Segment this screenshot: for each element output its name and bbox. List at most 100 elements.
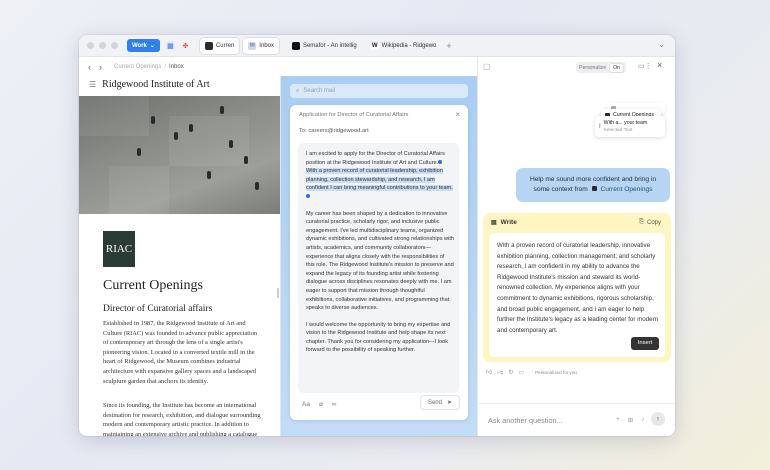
send-button[interactable]: Send ➤ <box>420 395 460 410</box>
user-message-text: some context from <box>533 186 588 193</box>
context-card-selected-text[interactable]: I With a... your team Selected Text <box>595 116 665 137</box>
semafor-icon <box>291 41 300 50</box>
selection-end-handle[interactable] <box>306 194 310 199</box>
grid-app-icon[interactable]: ▦ <box>165 41 175 50</box>
assistant-panel: ▢ Personalize On ▭⋮ × Current Openings I… <box>477 57 675 436</box>
context-card-label: With a... your team <box>603 119 648 126</box>
personalized-note: Personalized for you <box>535 369 577 375</box>
close-icon[interactable]: × <box>455 110 460 119</box>
page-heading: Current Openings <box>103 278 203 293</box>
tab-label: Semafor - An intellig <box>302 42 357 49</box>
subject-field[interactable]: Application for Director of Curatorial A… <box>299 112 408 118</box>
write-header: ▤ Write <box>491 219 517 226</box>
thumbs-up-icon[interactable]: 👍︎ <box>486 368 492 376</box>
about-paragraph-1: Established in 1987, the Ridgewood Insti… <box>103 320 258 385</box>
thumbs-down-icon[interactable]: 👎︎ <box>497 368 503 376</box>
browser-window: Work ⌄ ▦ ✤ Curren ✉ Inbox Semafor - An i… <box>79 35 675 436</box>
tools-icon[interactable]: ⊞ <box>628 416 633 424</box>
tab-label: Inbox <box>259 42 274 49</box>
workspace-switcher[interactable]: Work ⌄ <box>127 39 160 52</box>
insert-button[interactable]: Insert <box>631 337 659 350</box>
personalization-toggle[interactable]: Personalize On <box>576 62 627 73</box>
mail-pane: ⌕ Search mail Application for Director o… <box>281 76 477 436</box>
ask-input[interactable]: Ask another question... <box>488 416 563 425</box>
microphone-icon[interactable]: ♪ <box>641 416 644 424</box>
feedback-bar: 👍︎ 👎︎ ↻ ▭ Personalized for you <box>486 368 577 377</box>
copy-button[interactable]: ⎘ Copy <box>639 219 661 226</box>
compare-icon[interactable]: ▭ <box>518 369 524 376</box>
link-icon[interactable]: ∞ <box>332 401 337 408</box>
job-title-heading: Director of Curatorial affairs <box>103 304 213 314</box>
tab-label: Wikipedia - Ridgewo <box>381 42 437 49</box>
compose-toolbar: Aa ⌀ ∞ <box>302 400 337 409</box>
body-paragraph-3: I would welcome the opportunity to bring… <box>306 321 451 354</box>
personalization-label: Personalize <box>579 64 607 71</box>
forward-button[interactable]: › <box>99 62 102 72</box>
tab-menu-chevron-icon[interactable]: ⌄ <box>658 40 665 49</box>
body-paragraph-1: I am excited to apply for the Director o… <box>306 150 454 202</box>
new-chat-icon[interactable]: ▭⋮ <box>638 62 652 70</box>
tab-semafor[interactable]: Semafor - An intellig <box>287 38 362 54</box>
body-text: I am excited to apply for the Director o… <box>306 151 445 166</box>
tab-strip: Work ⌄ ▦ ✤ Curren ✉ Inbox Semafor - An i… <box>79 35 675 57</box>
message-body-editor[interactable]: I am excited to apply for the Director o… <box>298 143 459 393</box>
tab-wikipedia[interactable]: W Wikipedia - Ridgewo <box>366 38 442 54</box>
dark-square-icon <box>204 41 213 50</box>
attachment-icon[interactable]: ⌀ <box>319 400 323 408</box>
user-message-bubble: Help me sound more confident and bring i… <box>516 168 670 202</box>
address-bar: ‹ › Current Openings / Inbox <box>79 57 477 76</box>
site-logo: RIAC <box>103 231 135 267</box>
ask-tools: + ⊞ ♪ <box>616 416 645 424</box>
recipient-field[interactable]: To: careers@ridgewood.art <box>299 128 369 134</box>
tab-label: Curren <box>215 42 235 49</box>
assistant-toolbar: ▢ Personalize On ▭⋮ × <box>478 57 675 76</box>
hamburger-menu-icon[interactable]: ☰ <box>89 80 96 89</box>
site-header: ☰ Ridgewood Institute of Art <box>79 76 280 93</box>
user-message-line-1: Help me sound more confident and bring i… <box>529 176 657 183</box>
selected-text[interactable]: With a proven record of curatorial leade… <box>306 168 453 192</box>
copy-label: Copy <box>646 219 661 226</box>
clipboard-icon: ⎘ <box>639 219 644 225</box>
site-title[interactable]: Ridgewood Institute of Art <box>102 79 210 90</box>
write-result-card: ▤ Write ⎘ Copy With a proven record of c… <box>483 213 671 362</box>
sidebar-toggle-icon[interactable]: ▢ <box>483 62 491 71</box>
pinwheel-app-icon[interactable]: ✤ <box>181 41 190 50</box>
breadcrumb-current[interactable]: Inbox <box>169 64 184 70</box>
context-chip[interactable]: Current Openings <box>600 186 652 193</box>
search-mail-input[interactable]: ⌕ Search mail <box>290 84 468 98</box>
send-arrow-icon: ➤ <box>446 400 453 406</box>
new-tab-button[interactable]: + <box>446 41 451 51</box>
close-panel-icon[interactable]: × <box>657 60 662 70</box>
tab-current-openings[interactable]: Curren <box>199 37 240 54</box>
window-controls <box>87 42 118 49</box>
breadcrumb-separator: / <box>164 63 167 70</box>
breadcrumb-parent[interactable]: Current Openings <box>114 64 161 70</box>
personalization-state: On <box>610 63 624 72</box>
maximize-window-button[interactable] <box>111 42 118 49</box>
close-window-button[interactable] <box>87 42 94 49</box>
user-message-line-2: some context from Current Openings <box>516 185 670 195</box>
wikipedia-icon: W <box>370 41 379 50</box>
pane-resize-handle[interactable] <box>277 288 279 298</box>
text-format-button[interactable]: Aa <box>302 401 310 408</box>
search-placeholder: Search mail <box>303 88 336 94</box>
rewritten-paragraph: With a proven record of curatorial leade… <box>497 242 659 334</box>
submit-question-button[interactable]: ↑ <box>651 412 665 426</box>
add-icon[interactable]: + <box>616 416 620 424</box>
regenerate-icon[interactable]: ↻ <box>508 369 513 376</box>
hero-image <box>79 96 280 214</box>
context-card-sublabel: Selected Text <box>603 127 633 133</box>
ask-input-area: Ask another question... + ⊞ ♪ ↑ <box>478 403 675 436</box>
website-pane: ☰ Ridgewood Institute of Art RIAC Curren… <box>79 76 281 436</box>
mail-icon: ✉ <box>248 41 257 50</box>
search-icon: ⌕ <box>296 87 300 94</box>
send-label: Send <box>427 399 442 406</box>
about-paragraph-2: Since its founding, the Institute has be… <box>103 402 261 436</box>
write-label: Write <box>500 219 517 226</box>
minimize-window-button[interactable] <box>99 42 106 49</box>
selection-start-handle[interactable] <box>438 160 443 165</box>
back-button[interactable]: ‹ <box>88 62 91 72</box>
dark-square-icon <box>591 186 597 191</box>
tab-inbox[interactable]: ✉ Inbox <box>243 37 279 54</box>
write-result-text: With a proven record of curatorial leade… <box>489 233 665 357</box>
